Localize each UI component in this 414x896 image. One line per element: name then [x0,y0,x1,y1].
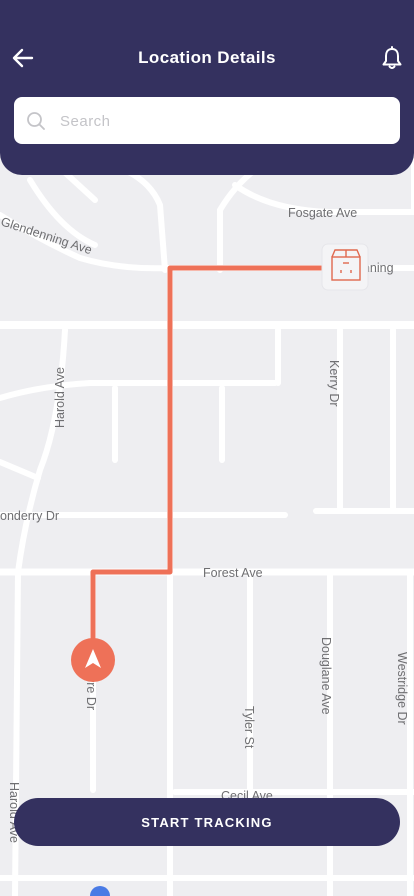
destination-marker[interactable] [321,243,369,291]
street-label: Westridge Dr [395,652,409,725]
search-icon [27,112,45,130]
street-label: Forest Ave [203,566,263,580]
start-tracking-button[interactable]: START TRACKING [14,798,400,846]
street-label: Kerry Dr [327,360,341,407]
page-title: Location Details [138,48,276,67]
street-label: onderry Dr [0,509,59,523]
header: Location Details [0,0,414,175]
street-label: Douglane Ave [319,637,333,715]
search-input[interactable] [58,97,382,146]
start-tracking-label: START TRACKING [141,814,273,830]
street-label: Fosgate Ave [288,206,357,220]
bell-icon[interactable] [378,44,406,72]
street-label: Tyler St [242,706,256,749]
search-bar [14,97,400,146]
origin-marker[interactable] [71,638,115,682]
street-label: Harold Ave [53,367,67,428]
